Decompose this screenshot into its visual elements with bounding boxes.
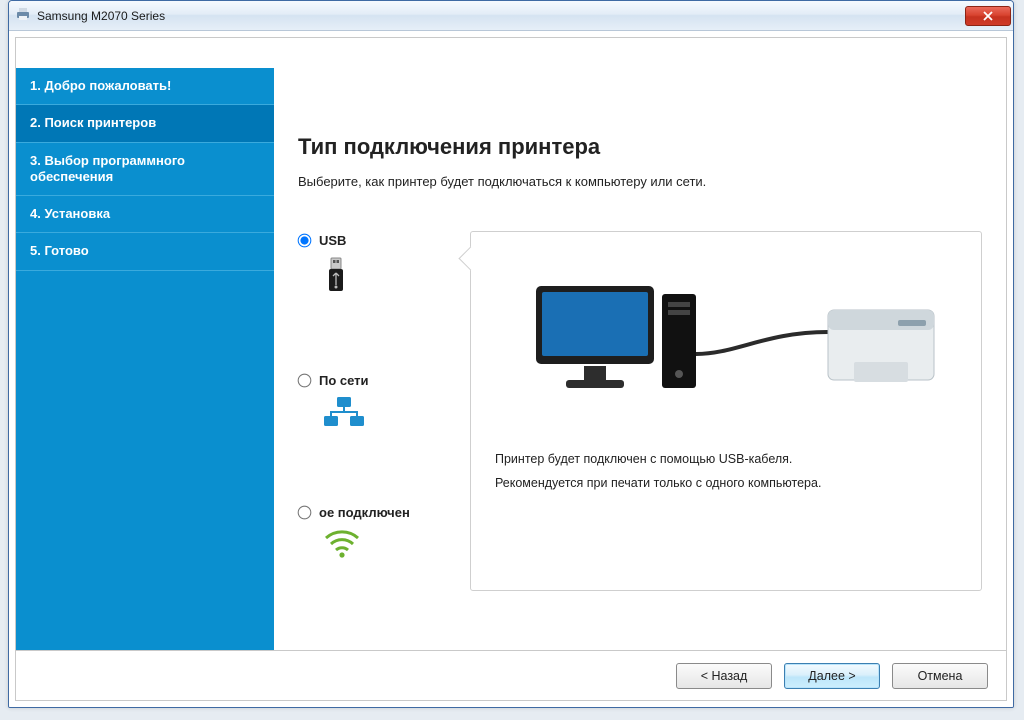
cancel-button-label: Отмена [918, 669, 963, 683]
step-label: 4. Установка [30, 206, 110, 221]
page-heading: Тип подключения принтера [298, 134, 982, 160]
close-icon [983, 11, 993, 21]
option-network[interactable]: По сети [298, 373, 470, 433]
step-done[interactable]: 5. Готово [16, 233, 274, 270]
usb-illustration [495, 262, 957, 412]
step-label: 2. Поиск принтеров [30, 115, 156, 130]
window-title-wrap: Samsung M2070 Series [15, 6, 165, 25]
preview-panel: Принтер будет подключен с помощью USB-ка… [470, 231, 982, 591]
window-title: Samsung M2070 Series [37, 9, 165, 23]
option-wireless-label-row[interactable]: ое подключен [298, 505, 410, 520]
content: Тип подключения принтера Выберите, как п… [274, 68, 1006, 650]
step-label: 3. Выбор программного обеспечения [30, 153, 185, 184]
option-usb[interactable]: USB [298, 233, 470, 301]
option-wireless-radio[interactable] [298, 506, 312, 520]
footer: < Назад Далее > Отмена [16, 650, 1006, 700]
installer-window: Samsung M2070 Series 1. Добро пожаловать… [8, 0, 1014, 708]
next-button[interactable]: Далее > [784, 663, 880, 689]
printer-icon [15, 6, 31, 25]
step-search-printers[interactable]: 2. Поиск принтеров [16, 105, 274, 142]
preview-description: Принтер будет подключен с помощью USB-ка… [495, 448, 957, 496]
back-button[interactable]: < Назад [676, 663, 772, 689]
step-software[interactable]: 3. Выбор программного обеспечения [16, 143, 274, 197]
main-area: 1. Добро пожаловать! 2. Поиск принтеров … [16, 68, 1006, 650]
titlebar: Samsung M2070 Series [9, 1, 1013, 31]
option-network-radio[interactable] [298, 374, 312, 388]
page-subheading: Выберите, как принтер будет подключаться… [298, 174, 982, 189]
step-label: 1. Добро пожаловать! [30, 78, 171, 93]
option-network-label-row[interactable]: По сети [298, 373, 369, 388]
option-network-label: По сети [319, 373, 369, 388]
usb-icon [322, 256, 350, 301]
content-wrap: 1. Добро пожаловать! 2. Поиск принтеров … [9, 31, 1013, 707]
option-wireless[interactable]: ое подключен [298, 505, 470, 563]
step-label: 5. Готово [30, 243, 89, 258]
back-button-label: < Назад [701, 669, 748, 683]
next-button-label: Далее > [808, 669, 855, 683]
options-row: USB [298, 231, 982, 591]
step-install[interactable]: 4. Установка [16, 196, 274, 233]
sidebar: 1. Добро пожаловать! 2. Поиск принтеров … [16, 68, 274, 650]
header-strip [16, 38, 1006, 68]
connection-options: USB [298, 231, 470, 563]
content-border: 1. Добро пожаловать! 2. Поиск принтеров … [15, 37, 1007, 701]
option-wireless-label: ое подключен [319, 505, 410, 520]
option-usb-label-row[interactable]: USB [298, 233, 346, 248]
option-usb-label: USB [319, 233, 346, 248]
option-usb-radio[interactable] [298, 234, 312, 248]
preview-line-1: Принтер будет подключен с помощью USB-ка… [495, 448, 957, 472]
step-welcome[interactable]: 1. Добро пожаловать! [16, 68, 274, 105]
preview-line-2: Рекомендуется при печати только с одного… [495, 472, 957, 496]
network-icon [322, 396, 366, 433]
close-button[interactable] [965, 6, 1011, 26]
wifi-icon [322, 528, 362, 563]
cancel-button[interactable]: Отмена [892, 663, 988, 689]
